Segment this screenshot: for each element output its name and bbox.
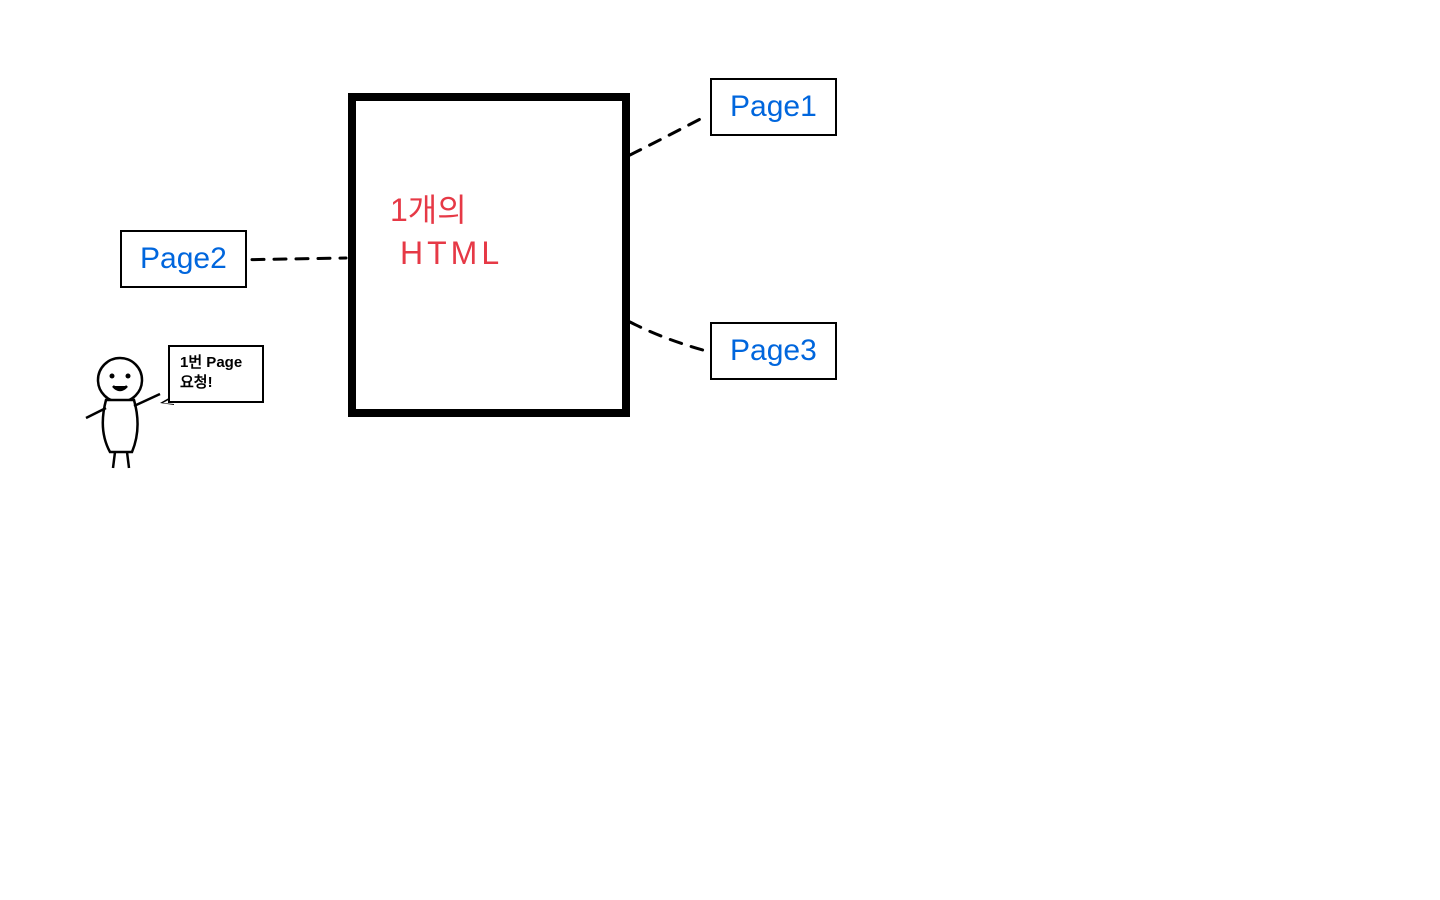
diagram-canvas: 1개의 HTML Page1 Page2 Page3 1번 Page 요청! <box>0 0 1440 900</box>
connector-to-page1 <box>630 115 708 155</box>
center-text-line2: HTML <box>400 235 503 272</box>
center-text-line1: 1개의 <box>390 185 467 231</box>
label-page2: Page2 <box>120 230 247 288</box>
label-page3: Page3 <box>710 322 837 380</box>
speech-bubble: 1번 Page 요청! <box>168 345 264 403</box>
speech-line1: 1번 Page <box>180 353 258 373</box>
connector-to-page3 <box>630 322 710 352</box>
speech-line2: 요청! <box>180 373 258 393</box>
label-page1: Page1 <box>710 78 837 136</box>
connector-to-page2 <box>230 258 346 260</box>
